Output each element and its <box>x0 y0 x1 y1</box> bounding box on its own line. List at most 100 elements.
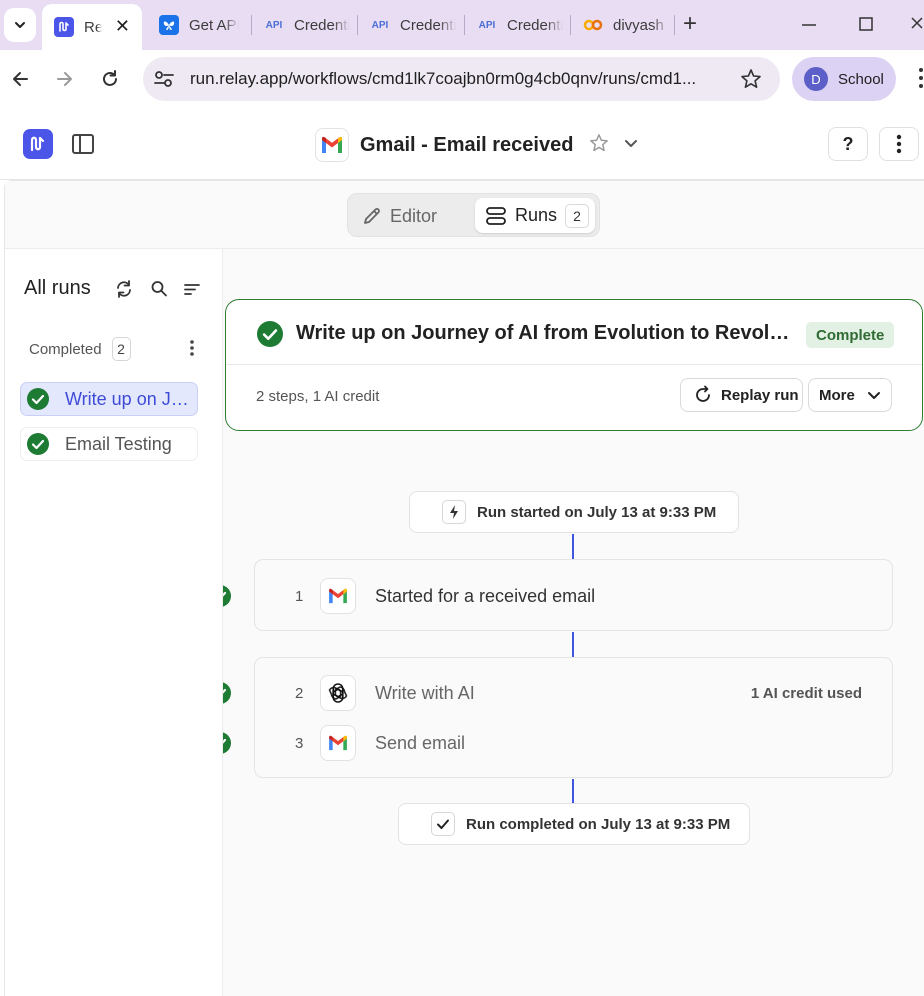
tab-separator <box>464 15 465 35</box>
workflow-title: Gmail - Email received <box>360 133 574 156</box>
tab-title: Get API <box>189 16 239 34</box>
workflow-title-area: Gmail - Email received <box>315 128 639 162</box>
relay-logo[interactable] <box>23 129 53 159</box>
search-icon[interactable] <box>150 279 168 304</box>
close-window-icon[interactable] <box>910 14 924 39</box>
butterfly-favicon <box>159 15 179 35</box>
tab-search-button[interactable] <box>4 8 36 42</box>
new-tab-icon[interactable]: + <box>683 12 697 36</box>
step-label: Write with AI <box>375 682 475 703</box>
back-icon[interactable] <box>8 67 32 91</box>
vertical-dots-icon <box>896 134 902 154</box>
gmail-icon <box>320 725 356 761</box>
profile-button[interactable]: D School <box>792 57 896 101</box>
favorite-star-icon[interactable] <box>589 133 609 158</box>
editor-tab[interactable]: Editor <box>362 199 437 233</box>
step-status-check-icon <box>223 732 231 754</box>
browser-tab-credentials-3[interactable]: API Credentials <box>477 6 563 44</box>
completed-group-header[interactable]: Completed 2 <box>29 337 131 361</box>
step-status-check-icon <box>223 585 231 607</box>
status-badge: Complete <box>806 322 895 348</box>
browser-tab-relay[interactable]: Relay ✕ <box>42 4 142 50</box>
run-started-label: Run started on July 13 at 9:33 PM <box>477 503 717 521</box>
run-list-item-label: Write up on Journey of AI from Evolution… <box>65 388 197 409</box>
mode-bar: Editor Runs 2 <box>5 181 924 249</box>
url-text[interactable]: run.relay.app/workflows/cmd1lk7coajbn0rm… <box>190 69 730 89</box>
forward-icon[interactable] <box>53 67 77 91</box>
browser-tab-get-api[interactable]: Get API <box>159 6 241 44</box>
tab-separator <box>357 15 358 35</box>
replay-icon <box>696 385 710 402</box>
checkmark-icon <box>431 812 455 836</box>
step-row[interactable]: 2 Write with AI 1 AI credit used <box>255 673 892 713</box>
trigger-step-card[interactable]: 1 Started for a received email <box>254 559 893 631</box>
main-content: Editor Runs 2 All runs Completed 2 Write… <box>4 180 924 996</box>
minimize-icon[interactable] <box>800 14 818 39</box>
timeline-connector <box>572 779 574 803</box>
more-button[interactable]: More <box>808 378 892 412</box>
app-header: Gmail - Email received ? <box>0 108 924 180</box>
run-list-item[interactable]: Write up on Journey of AI from Evolution… <box>20 382 198 416</box>
group-menu-icon[interactable] <box>189 339 195 362</box>
openai-icon <box>320 675 356 711</box>
actions-step-card: 2 Write with AI 1 AI credit used 3 Send … <box>254 657 893 778</box>
tab-title: Relay <box>84 18 102 36</box>
sort-icon[interactable] <box>183 279 201 304</box>
help-button[interactable]: ? <box>828 127 868 161</box>
check-circle-icon <box>257 321 283 347</box>
avatar: D <box>804 67 828 91</box>
more-label: More <box>819 386 855 404</box>
colab-favicon <box>583 15 603 35</box>
browser-tab-credentials-1[interactable]: API Credentials <box>264 6 350 44</box>
browser-tab-bar: Relay ✕ Get API API Credentials API Cred… <box>0 0 924 50</box>
tab-title: Credentials <box>294 16 350 34</box>
run-completed-label: Run completed on July 13 at 9:33 PM <box>466 815 731 833</box>
mode-toggle: Editor Runs 2 <box>347 193 600 237</box>
api-favicon: API <box>265 19 283 31</box>
replay-run-button[interactable]: Replay run <box>680 378 803 412</box>
runs-tab-label: Runs <box>515 205 558 225</box>
close-tab-icon[interactable]: ✕ <box>115 16 130 37</box>
browser-menu-icon[interactable] <box>918 66 924 95</box>
run-started-pill: Run started on July 13 at 9:33 PM <box>409 491 739 533</box>
maximize-icon[interactable] <box>857 14 875 39</box>
step-row[interactable]: 1 Started for a received email <box>255 576 892 616</box>
runs-sidebar: All runs Completed 2 Write up on Journey… <box>5 249 223 996</box>
browser-tab-credentials-2[interactable]: API Credentials <box>370 6 456 44</box>
address-bar[interactable]: run.relay.app/workflows/cmd1lk7coajbn0rm… <box>143 57 780 101</box>
api-favicon: API <box>371 19 389 31</box>
step-row[interactable]: 3 Send email <box>255 723 892 763</box>
tab-title: divyash <box>613 16 664 34</box>
tab-title: Credentials <box>507 16 563 34</box>
replay-run-label: Replay run <box>721 386 799 404</box>
browser-tab-colab[interactable]: divyash <box>583 6 669 44</box>
bookmark-star-icon[interactable] <box>740 68 762 95</box>
chevron-down-icon[interactable] <box>623 135 639 156</box>
run-list-item-label: Email Testing <box>65 433 172 454</box>
refresh-icon[interactable] <box>115 279 133 304</box>
more-options-button[interactable] <box>879 127 919 161</box>
timeline-connector <box>572 534 574 559</box>
site-info-icon[interactable] <box>153 69 175 94</box>
runs-count-badge: 2 <box>565 203 590 228</box>
reload-icon[interactable] <box>98 67 122 91</box>
gmail-icon <box>320 578 356 614</box>
run-summary-card: Write up on Journey of AI from Evolution… <box>225 299 923 431</box>
step-label: Started for a received email <box>375 585 596 606</box>
run-meta: 2 steps, 1 AI credit <box>256 388 380 405</box>
step-label: Send email <box>375 732 466 753</box>
run-card-header: Write up on Journey of AI from Evolution… <box>226 300 922 365</box>
editor-tab-label: Editor <box>390 205 438 226</box>
check-circle-icon <box>27 433 49 455</box>
profile-name: School <box>838 70 884 88</box>
runs-tab[interactable]: Runs 2 <box>475 198 595 233</box>
group-count-badge: 2 <box>111 337 131 361</box>
run-list-item[interactable]: Email Testing <box>20 427 198 461</box>
step-number: 3 <box>295 734 304 752</box>
tab-separator <box>674 15 675 35</box>
gmail-icon <box>315 128 349 162</box>
tab-title: Credentials <box>400 16 456 34</box>
sidebar-toggle-icon[interactable] <box>71 133 95 160</box>
api-favicon: API <box>478 19 496 31</box>
runs-icon <box>486 206 506 225</box>
